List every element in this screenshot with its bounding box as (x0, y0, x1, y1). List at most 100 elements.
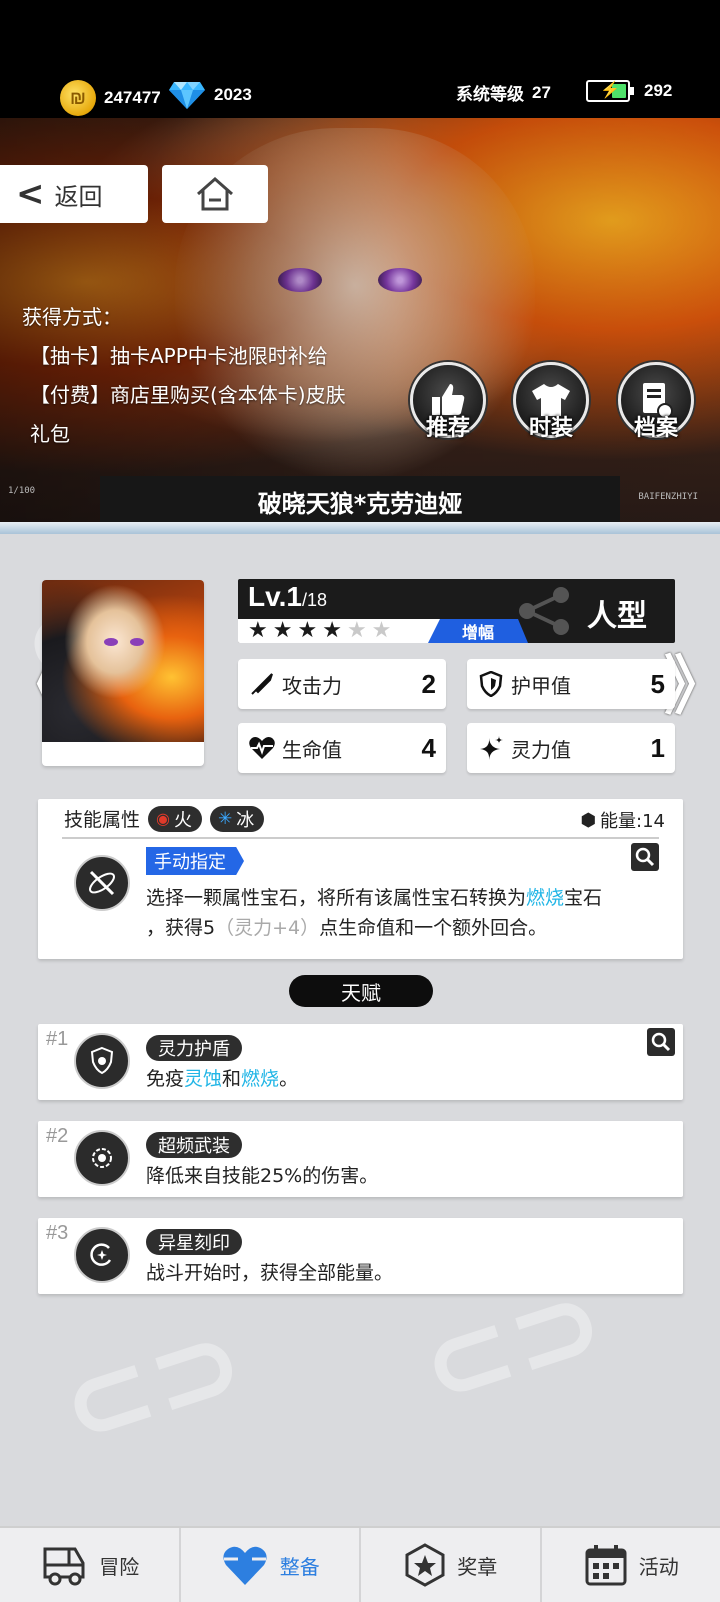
back-label: 返回 (54, 182, 103, 211)
talent-icon (74, 1227, 130, 1283)
acquire-title: 获得方式： (22, 305, 122, 329)
coin-value: 247477 (104, 88, 161, 107)
skill-icon (74, 855, 130, 911)
talent-description: 免疫灵蚀和燃烧。 (146, 1068, 299, 1090)
orbit-slash-icon (89, 870, 115, 896)
star-filled-icon: ★ (322, 618, 342, 643)
outfit-button[interactable]: 时装 (510, 362, 592, 442)
calendar-icon (585, 1545, 627, 1586)
element-fire: ◉ 火 (148, 805, 202, 832)
skill-zoom-button[interactable] (631, 843, 659, 871)
talent-description: 降低来自技能25%的伤害。 (146, 1165, 379, 1187)
nav-events[interactable]: 活动 (542, 1528, 720, 1602)
talent-name: 超频武装 (146, 1132, 242, 1158)
magnifier-icon (635, 847, 655, 867)
snowflake-icon: ✳ (217, 808, 233, 829)
spirit-value: 1 (650, 732, 665, 763)
highlight-burn: 燃烧 (526, 887, 565, 909)
nav-medal[interactable]: 奖章 (361, 1528, 542, 1602)
acquire-info: 获得方式： 【抽卡】抽卡APP中卡池限时补给 【付费】商店里购买(含本体卡)皮肤… (22, 298, 397, 454)
archive-label: 档案 (633, 416, 678, 441)
character-portrait (42, 580, 204, 766)
archive-button[interactable]: 档案 (615, 362, 697, 442)
energy-icon: ⬢ (580, 809, 597, 831)
nav-adventure[interactable]: 冒险 (0, 1528, 181, 1602)
talent-number: #2 (46, 1125, 69, 1147)
hp-value: 4 (421, 732, 436, 763)
star-sigil-icon (90, 1243, 112, 1266)
level-panel: Lv.1/18 人型 ★ ★ ★ ★ ★ ★ 增幅 (238, 579, 675, 643)
home-button[interactable] (162, 165, 268, 223)
nav-medal-label: 奖章 (457, 1554, 498, 1579)
talent-name: 异星刻印 (146, 1229, 242, 1255)
star-filled-icon: ★ (297, 618, 318, 643)
system-level: 系统等级 27 (456, 80, 551, 105)
character-type: 人型 (587, 599, 647, 634)
spirit-bonus-text: （灵力+4） (215, 917, 320, 939)
band-code-right: BAIFENZHIYI (638, 492, 698, 502)
medal-icon (405, 1543, 445, 1587)
sparkle-icon (477, 734, 505, 762)
talent-zoom-button[interactable] (647, 1028, 675, 1056)
gem-counter: 2023 (168, 80, 252, 110)
level-value: Lv.1 (248, 581, 302, 612)
stat-attack: 攻击力 2 (238, 659, 446, 709)
system-level-label: 系统等级 (456, 85, 524, 104)
talent-icon (74, 1033, 130, 1089)
energy-value: 能量:14 (600, 811, 665, 832)
hp-label: 生命值 (282, 737, 342, 762)
nav-events-label: 活动 (638, 1554, 679, 1579)
sword-icon (248, 670, 276, 698)
character-name: 破晓天狼*克劳迪娅 (100, 476, 620, 526)
stat-spirit: 灵力值 1 (467, 723, 675, 773)
stamina-counter: ⚡ 292 (586, 80, 672, 102)
talent-number: #1 (46, 1028, 69, 1050)
recommend-button[interactable]: 推荐 (407, 362, 489, 442)
star-filled-icon: ★ (272, 618, 293, 643)
skill-attribute-label: 技能属性 (64, 809, 141, 831)
coin-icon: ₪ (60, 80, 96, 116)
skill-attributes: 技能属性 ◉ 火 ✳ 冰 (64, 805, 265, 832)
armor-value: 5 (650, 668, 665, 699)
acquire-line: 【付费】商店里购买(含本体卡)皮肤 (30, 383, 346, 407)
talent-name: 灵力护盾 (146, 1035, 242, 1061)
acquire-line: 礼包 (30, 422, 70, 446)
star-empty-icon: ★ (346, 618, 367, 643)
shield-icon (477, 670, 505, 698)
skill-description: 选择一颗属性宝石，将所有该属性宝石转换为燃烧宝石 ，获得5（灵力+4）点生命值和… (146, 887, 603, 939)
manual-target-tag: 手动指定 (146, 847, 244, 875)
shield-flame-icon (90, 1046, 114, 1075)
chevron-left-icon: < (16, 174, 45, 214)
heart-icon (248, 734, 276, 762)
attack-label: 攻击力 (282, 673, 342, 698)
nav-equip[interactable]: 整备 (181, 1528, 361, 1602)
stat-hp: 生命值 4 (238, 723, 446, 773)
talent-item: #2 超频武装 降低来自技能25%的伤害。 (38, 1121, 683, 1197)
star-filled-icon: ★ (248, 618, 268, 643)
boost-badge[interactable]: 增幅 (428, 619, 528, 643)
talent-item: #3 异星刻印 战斗开始时，获得全部能量。 (38, 1218, 683, 1294)
back-button[interactable]: < 返回 (0, 165, 148, 223)
share-deco-icon (519, 587, 569, 635)
home-icon (197, 176, 233, 211)
talent-section-title: 天赋 (289, 975, 433, 1007)
spirit-label: 灵力值 (511, 737, 571, 762)
coin-counter: ₪ 247477 (60, 80, 161, 116)
vehicle-icon (43, 1547, 85, 1586)
gear-head-icon (92, 1148, 112, 1168)
talent-number: #3 (46, 1222, 69, 1244)
gem-value: 2023 (214, 85, 252, 104)
status-bar: ₪ 247477 2023 系统等级 27 ⚡ 292 (0, 0, 720, 130)
talent-icon (74, 1130, 130, 1186)
level: Lv.1/18 (248, 581, 327, 613)
outfit-label: 时装 (528, 416, 573, 441)
portrait-image (42, 580, 204, 742)
nav-equip-label: 整备 (279, 1554, 320, 1579)
diamond-icon (169, 82, 205, 109)
stamina-value: 292 (644, 81, 673, 100)
attack-value: 2 (421, 668, 436, 699)
element-ice: ✳ 冰 (209, 805, 265, 832)
nav-adventure-label: 冒险 (99, 1554, 140, 1579)
talent-item: #1 灵力护盾 免疫灵蚀和燃烧。 (38, 1024, 683, 1100)
background-watermark: ⊂⊃ (44, 1294, 260, 1474)
